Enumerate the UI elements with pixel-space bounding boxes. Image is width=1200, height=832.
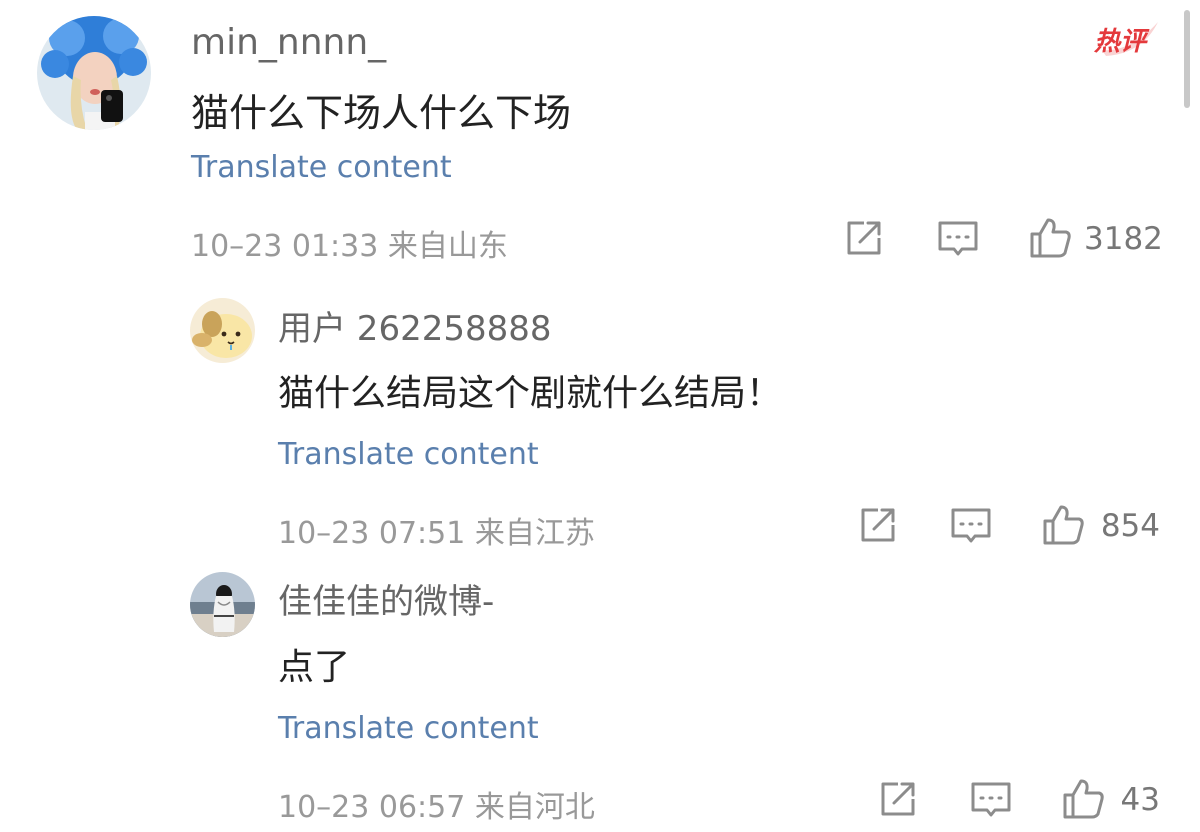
reply-icon[interactable]: [936, 216, 980, 260]
comment-text: 猫什么下场人什么下场: [191, 91, 572, 135]
like-icon[interactable]: [1061, 777, 1105, 821]
avatar[interactable]: [190, 298, 255, 363]
comment-timestamp-location: 10–23 01:33 来自山东: [191, 229, 508, 264]
share-icon[interactable]: [876, 777, 920, 821]
translate-content-link[interactable]: Translate content: [278, 437, 539, 472]
user-avatar-seaside-photo-icon: [190, 572, 255, 637]
like-count: 3182: [1084, 221, 1163, 257]
hot-comment-badge: 热评: [1093, 22, 1158, 57]
like-icon[interactable]: [1028, 216, 1072, 260]
share-icon[interactable]: [856, 503, 900, 547]
username[interactable]: 用户 262258888: [278, 301, 552, 350]
username[interactable]: 佳佳佳的微博-: [278, 574, 494, 623]
avatar[interactable]: [190, 572, 255, 637]
username[interactable]: min_nnnn_: [191, 22, 386, 63]
scrollbar[interactable]: [1184, 10, 1190, 108]
comment-text: 猫什么结局这个剧就什么结局！: [278, 373, 783, 414]
hot-badge-label: 热评: [1093, 27, 1150, 57]
like-icon[interactable]: [1041, 503, 1085, 547]
avatar[interactable]: [37, 16, 151, 130]
like-count: 43: [1120, 782, 1160, 818]
comment-text: 点了: [278, 647, 351, 688]
like-count: 854: [1100, 508, 1160, 544]
reply-icon[interactable]: [949, 503, 993, 547]
user-avatar-pompompurin-icon: [190, 298, 255, 363]
comment-timestamp-location: 10–23 06:57 来自河北: [278, 790, 595, 825]
user-avatar-blue-fur-hat-icon: [37, 16, 151, 130]
translate-content-link[interactable]: Translate content: [191, 150, 452, 185]
reply-icon[interactable]: [969, 777, 1013, 821]
translate-content-link[interactable]: Translate content: [278, 711, 539, 746]
share-icon[interactable]: [842, 216, 886, 260]
comment-timestamp-location: 10–23 07:51 来自江苏: [278, 516, 595, 551]
